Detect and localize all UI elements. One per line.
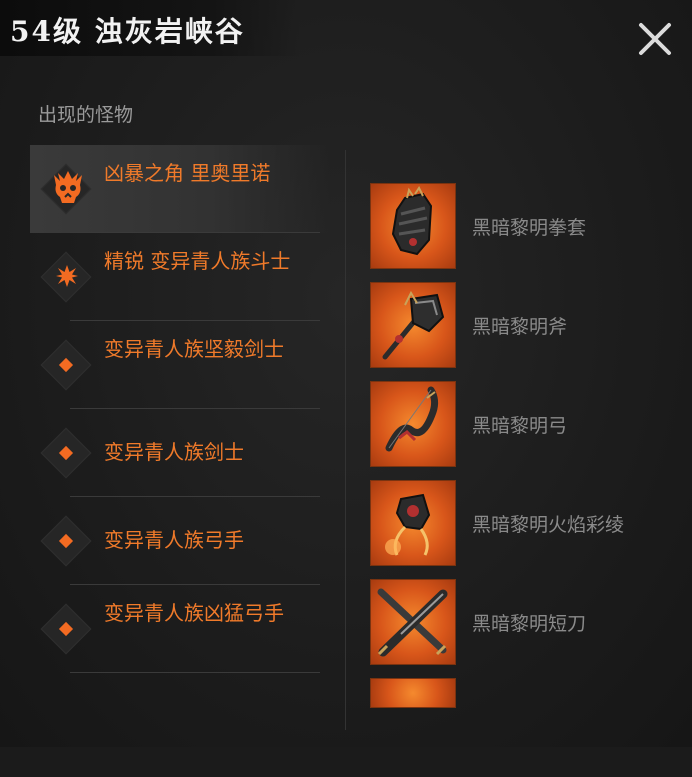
monster-name: 变异青人族坚毅剑士 <box>104 337 284 361</box>
loot-item[interactable] <box>370 678 680 777</box>
item-name: 黑暗黎明斧 <box>472 316 568 338</box>
item-partial-icon <box>371 679 455 708</box>
item-name: 黑暗黎明拳套 <box>472 217 587 239</box>
sash-icon <box>385 493 431 556</box>
monster-name: 凶暴之角 里奥里诺 <box>104 161 271 185</box>
boss-skull-icon <box>54 171 82 203</box>
column-divider <box>345 150 346 730</box>
loot-list: 黑暗黎明拳套 黑暗黎明斧 黑暗黎明弓 黑暗黎明火焰彩绫 黑暗黎明短刀 <box>370 183 680 777</box>
monsters-section-label: 出现的怪物 <box>38 104 134 126</box>
close-icon <box>639 23 671 55</box>
monster-item-boss[interactable]: 凶暴之角 里奥里诺 <box>30 145 330 233</box>
close-button[interactable] <box>636 20 674 58</box>
item-thumbnail <box>370 282 456 368</box>
loot-item[interactable]: 黑暗黎明弓 <box>370 381 680 480</box>
item-thumbnail <box>370 678 456 708</box>
monster-item[interactable]: 变异青人族弓手 <box>30 497 330 585</box>
item-name: 黑暗黎明弓 <box>472 415 568 437</box>
loot-item[interactable]: 黑暗黎明斧 <box>370 282 680 381</box>
monster-name: 变异青人族凶猛弓手 <box>104 601 284 625</box>
loot-item[interactable]: 黑暗黎明短刀 <box>370 579 680 678</box>
gauntlet-icon <box>391 186 433 256</box>
zone-title: 54级 浊灰岩峡谷 <box>10 15 245 48</box>
axe-icon <box>382 290 445 360</box>
item-name: 黑暗黎明火焰彩绫 <box>472 514 625 536</box>
monster-list: 凶暴之角 里奥里诺 精锐 变异青人族斗士 变异青人族坚毅剑士 变异青人族剑士 变… <box>30 145 330 673</box>
item-thumbnail <box>370 381 456 467</box>
item-name: 黑暗黎明短刀 <box>472 613 587 635</box>
bow-icon <box>385 386 439 452</box>
daggers-icon <box>377 588 448 657</box>
monster-item[interactable]: 变异青人族凶猛弓手 <box>30 585 330 673</box>
monster-name: 精锐 变异青人族斗士 <box>104 249 291 273</box>
monster-name: 变异青人族弓手 <box>104 528 244 552</box>
zone-info-panel: 54级 浊灰岩峡谷 出现的怪物 凶暴之角 里奥里诺 精锐 变异青人族斗士 变异青… <box>0 0 692 747</box>
monster-item[interactable]: 变异青人族剑士 <box>30 409 330 497</box>
loot-item[interactable]: 黑暗黎明拳套 <box>370 183 680 282</box>
item-thumbnail <box>370 480 456 566</box>
monster-name: 变异青人族剑士 <box>104 440 244 464</box>
monster-item-elite[interactable]: 精锐 变异青人族斗士 <box>30 233 330 321</box>
divider <box>70 672 320 673</box>
elite-star-icon <box>56 265 78 287</box>
monster-item[interactable]: 变异青人族坚毅剑士 <box>30 321 330 409</box>
item-thumbnail <box>370 579 456 665</box>
loot-item[interactable]: 黑暗黎明火焰彩绫 <box>370 480 680 579</box>
item-thumbnail <box>370 183 456 269</box>
